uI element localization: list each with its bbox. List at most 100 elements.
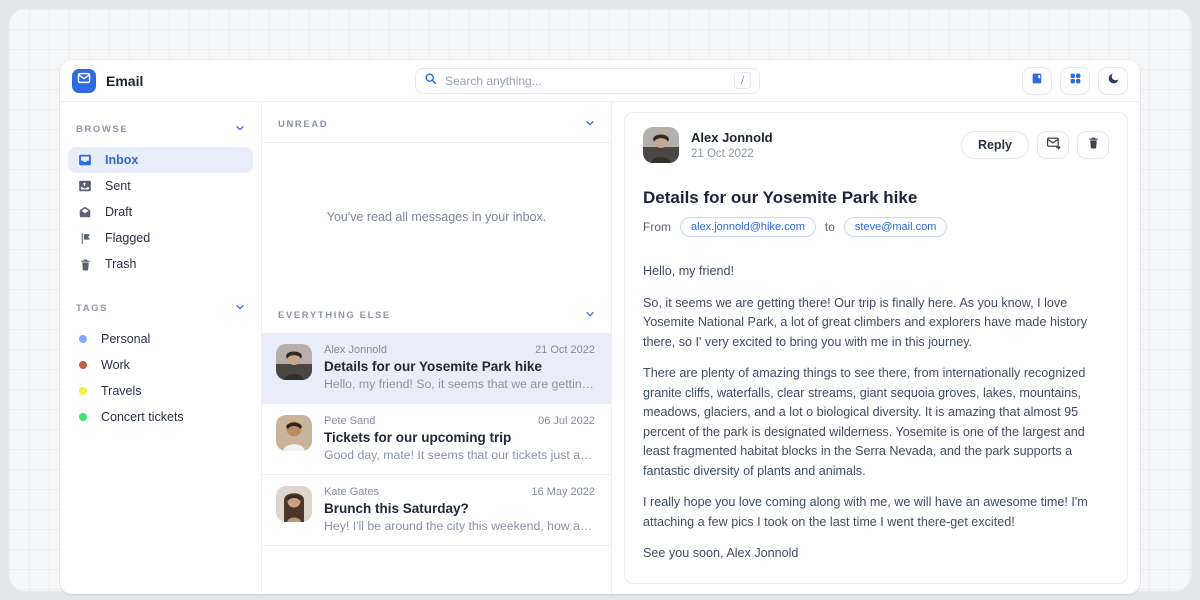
tag-color-dot xyxy=(79,335,87,343)
forward-button[interactable] xyxy=(1037,131,1069,159)
email-preview: Hello, my friend! So, it seems that we a… xyxy=(324,377,595,391)
sidebar-item-sent[interactable]: Sent xyxy=(68,173,253,199)
flag-icon xyxy=(78,232,92,245)
email-body-paragraph: Hello, my friend! xyxy=(643,262,1109,282)
avatar xyxy=(276,486,312,522)
detail-sender-name: Alex Jonnold xyxy=(691,130,773,145)
detail-actions: Reply xyxy=(961,131,1109,159)
chevron-down-icon[interactable] xyxy=(585,306,595,324)
search-shortcut-badge: / xyxy=(734,72,751,89)
email-list-item[interactable]: Alex Jonnold 21 Oct 2022 Details for our… xyxy=(262,333,611,404)
tags-label: Tags xyxy=(76,303,108,314)
sent-icon xyxy=(78,179,92,193)
reply-button[interactable]: Reply xyxy=(961,131,1029,159)
browse-section-header: Browse xyxy=(68,112,253,147)
email-list-item[interactable]: Pete Sand 06 Jul 2022 Tickets for our up… xyxy=(262,404,611,475)
email-subject: Tickets for our upcoming trip xyxy=(324,430,595,445)
from-email-chip[interactable]: alex.jonnold@hike.com xyxy=(680,217,816,237)
brand: Email xyxy=(72,69,143,93)
message-list-column: Unread You've read all messages in your … xyxy=(262,102,612,594)
delete-button[interactable] xyxy=(1077,131,1109,159)
grid-icon xyxy=(1069,72,1082,90)
app-title: Email xyxy=(106,73,143,89)
tag-label: Work xyxy=(101,358,130,372)
tag-label: Personal xyxy=(101,332,150,346)
tag-color-dot xyxy=(79,413,87,421)
detail-sender-block: Alex Jonnold 21 Oct 2022 xyxy=(691,130,773,160)
tag-item-personal[interactable]: Personal xyxy=(68,326,253,352)
tag-item-travels[interactable]: Travels xyxy=(68,378,253,404)
to-email-chip[interactable]: steve@mail.com xyxy=(844,217,947,237)
email-app-window: Email / xyxy=(60,60,1140,594)
email-body: Hello, my friend! So, it seems we are ge… xyxy=(643,250,1109,577)
email-meta: Kate Gates 16 May 2022 xyxy=(324,486,595,498)
email-detail-card: Alex Jonnold 21 Oct 2022 Reply xyxy=(624,112,1128,584)
trash-icon xyxy=(1087,136,1100,154)
from-to-row: From alex.jonnold@hike.com to steve@mail… xyxy=(643,217,1109,250)
email-list-item[interactable]: Kate Gates 16 May 2022 Brunch this Satur… xyxy=(262,475,611,546)
apps-grid-button[interactable] xyxy=(1060,67,1090,95)
avatar xyxy=(643,127,679,163)
sidebar-item-label: Draft xyxy=(105,205,132,219)
email-sender: Alex Jonnold xyxy=(324,344,387,356)
sidebar-item-trash[interactable]: Trash xyxy=(68,251,253,277)
unread-empty-message: You've read all messages in your inbox. xyxy=(327,210,546,224)
tag-color-dot xyxy=(79,387,87,395)
tags-section-header: Tags xyxy=(68,291,253,326)
everything-else-label: Everything else xyxy=(278,310,391,321)
draft-icon xyxy=(78,205,92,219)
tag-label: Travels xyxy=(101,384,142,398)
email-body-paragraph: I really hope you love coming along with… xyxy=(643,493,1109,532)
chevron-down-icon[interactable] xyxy=(235,120,245,138)
sidebar-item-label: Inbox xyxy=(105,153,138,167)
sidebar-item-flagged[interactable]: Flagged xyxy=(68,225,253,251)
dark-mode-button[interactable] xyxy=(1098,67,1128,95)
sidebar-item-label: Trash xyxy=(105,257,137,271)
email-sender: Kate Gates xyxy=(324,486,379,498)
email-detail-panel: Alex Jonnold 21 Oct 2022 Reply xyxy=(612,102,1140,594)
search-icon xyxy=(424,72,437,90)
email-body-paragraph: See you soon, Alex Jonnold xyxy=(643,544,1109,564)
sidebar-item-inbox[interactable]: Inbox xyxy=(68,147,253,173)
sidebar-item-draft[interactable]: Draft xyxy=(68,199,253,225)
email-summary: Kate Gates 16 May 2022 Brunch this Satur… xyxy=(324,486,595,533)
unread-empty-state: You've read all messages in your inbox. xyxy=(262,143,611,291)
sidebar-item-label: Sent xyxy=(105,179,131,193)
detail-date: 21 Oct 2022 xyxy=(691,148,773,160)
sidebar-item-label: Flagged xyxy=(105,231,150,245)
tag-item-work[interactable]: Work xyxy=(68,352,253,378)
envelope-forward-icon xyxy=(1046,135,1061,155)
email-summary: Alex Jonnold 21 Oct 2022 Details for our… xyxy=(324,344,595,391)
email-preview: Hey! I'll be around the city this weeken… xyxy=(324,519,595,533)
top-bar: Email / xyxy=(60,60,1140,102)
to-label: to xyxy=(825,220,835,234)
book-icon xyxy=(1031,72,1044,90)
unread-section-header: Unread xyxy=(262,102,611,142)
search-bar[interactable]: / xyxy=(415,68,760,94)
inbox-icon xyxy=(78,153,92,167)
email-preview: Good day, mate! It seems that our ticket… xyxy=(324,448,595,462)
email-body-paragraph: So, it seems we are getting there! Our t… xyxy=(643,294,1109,353)
detail-header: Alex Jonnold 21 Oct 2022 Reply xyxy=(643,127,1109,175)
search-input[interactable] xyxy=(445,74,726,88)
main-area: Browse Inbox Sent xyxy=(60,102,1140,594)
chevron-down-icon[interactable] xyxy=(235,299,245,317)
email-date: 16 May 2022 xyxy=(531,486,595,498)
browse-label: Browse xyxy=(76,124,128,135)
email-date: 21 Oct 2022 xyxy=(535,344,595,356)
sidebar: Browse Inbox Sent xyxy=(60,102,262,594)
email-meta: Alex Jonnold 21 Oct 2022 xyxy=(324,344,595,356)
tag-item-concert-tickets[interactable]: Concert tickets xyxy=(68,404,253,430)
avatar xyxy=(276,344,312,380)
email-sender: Pete Sand xyxy=(324,415,375,427)
email-meta: Pete Sand 06 Jul 2022 xyxy=(324,415,595,427)
notebook-button[interactable] xyxy=(1022,67,1052,95)
from-label: From xyxy=(643,220,671,234)
email-body-paragraph: There are plenty of amazing things to se… xyxy=(643,364,1109,481)
unread-label: Unread xyxy=(278,119,328,130)
avatar xyxy=(276,415,312,451)
trash-icon xyxy=(78,258,92,271)
detail-subject: Details for our Yosemite Park hike xyxy=(643,188,1109,208)
chevron-down-icon[interactable] xyxy=(585,115,595,133)
email-subject: Details for our Yosemite Park hike xyxy=(324,359,595,374)
